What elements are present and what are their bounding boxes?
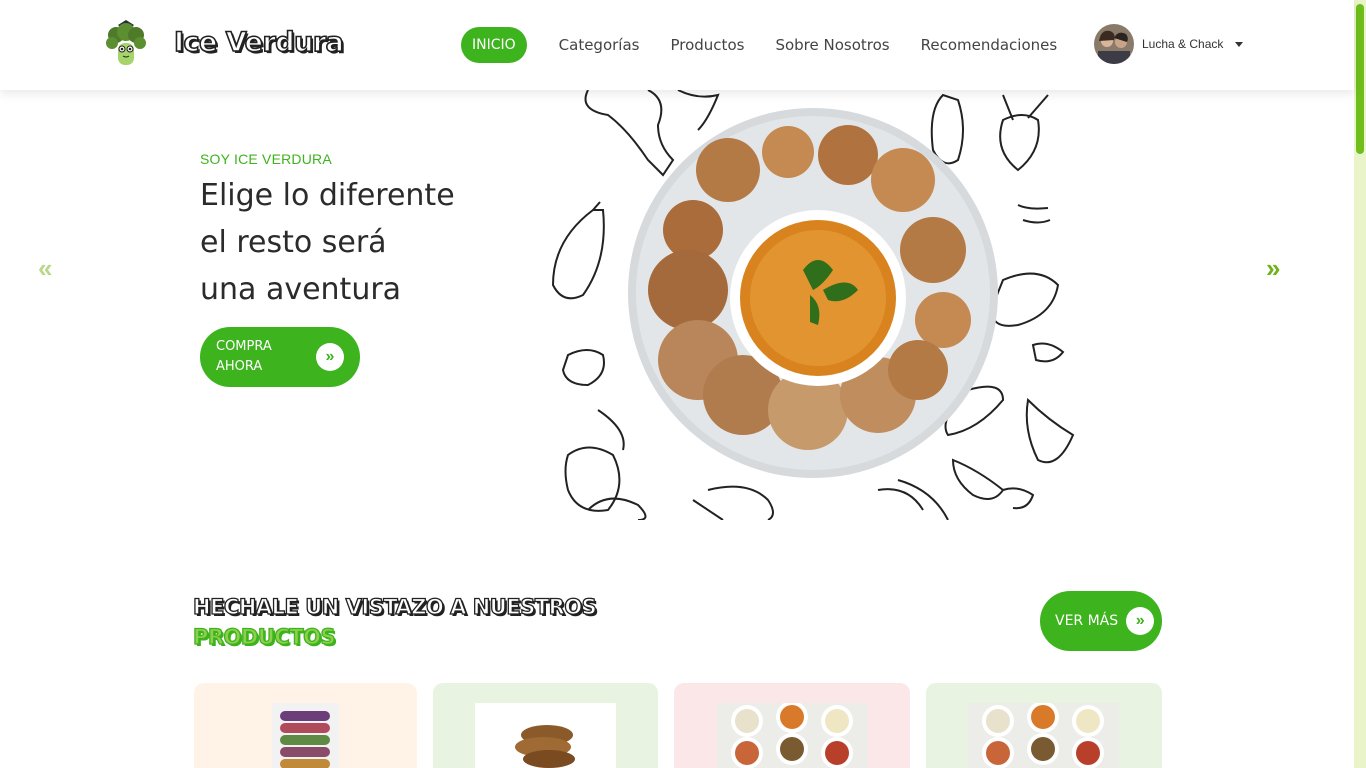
see-more-label: VER MÁS bbox=[1055, 613, 1119, 629]
scrollbar-thumb[interactable] bbox=[1356, 4, 1364, 154]
hero-title-line-1: Elige lo diferente bbox=[200, 178, 455, 213]
nav-item-categorias[interactable]: Categorías bbox=[559, 36, 640, 54]
double-chevron-right-icon: » bbox=[316, 343, 344, 371]
products-title-line-2: PRODUCTOS bbox=[192, 624, 336, 649]
double-chevron-right-icon: » bbox=[1126, 607, 1155, 635]
main-nav: INICIO Categorías Productos Sobre Nosotr… bbox=[461, 25, 1088, 65]
brand-name[interactable]: Ice Verdura bbox=[173, 26, 345, 59]
product-card[interactable] bbox=[926, 683, 1162, 768]
buy-now-label: COMPRA AHORA bbox=[216, 339, 272, 374]
products-title-line-1: HECHALE UN VISTAZO A NUESTROS bbox=[192, 594, 597, 619]
avatar[interactable] bbox=[1094, 24, 1134, 64]
nav-item-inicio[interactable]: INICIO bbox=[461, 27, 527, 63]
broccoli-logo-icon[interactable] bbox=[104, 19, 148, 69]
carousel-prev-icon[interactable]: « bbox=[38, 253, 54, 284]
nav-item-recomendaciones[interactable]: Recomendaciones bbox=[921, 36, 1058, 54]
user-menu[interactable]: Lucha & Chack bbox=[1094, 24, 1244, 64]
chevron-down-icon[interactable] bbox=[1235, 41, 1244, 47]
nav-item-sobre-nosotros[interactable]: Sobre Nosotros bbox=[775, 36, 889, 54]
buy-now-button[interactable]: COMPRA AHORA » bbox=[200, 327, 360, 387]
product-image bbox=[968, 703, 1119, 768]
hero-eyebrow: SOY ICE VERDURA bbox=[200, 151, 332, 167]
product-card[interactable] bbox=[674, 683, 910, 768]
carousel-next-icon[interactable]: » bbox=[1266, 253, 1282, 284]
header: Ice Verdura INICIO Categorías Productos … bbox=[0, 0, 1354, 90]
products-section-title: HECHALE UN VISTAZO A NUESTROS PRODUCTOS bbox=[192, 592, 597, 652]
see-more-button[interactable]: VER MÁS » bbox=[1040, 591, 1162, 651]
nav-item-productos[interactable]: Productos bbox=[670, 36, 744, 54]
hero-title-line-2: el resto será bbox=[200, 225, 387, 260]
hero-title: Elige lo diferente el resto será una ave… bbox=[200, 172, 520, 313]
hero-image bbox=[548, 90, 1083, 520]
product-image bbox=[475, 703, 616, 768]
product-card[interactable] bbox=[433, 683, 658, 768]
user-name[interactable]: Lucha & Chack bbox=[1142, 37, 1223, 51]
product-image bbox=[717, 703, 868, 768]
product-card[interactable] bbox=[194, 683, 417, 768]
product-image bbox=[272, 703, 339, 768]
hero-title-line-3: una aventura bbox=[200, 272, 402, 307]
